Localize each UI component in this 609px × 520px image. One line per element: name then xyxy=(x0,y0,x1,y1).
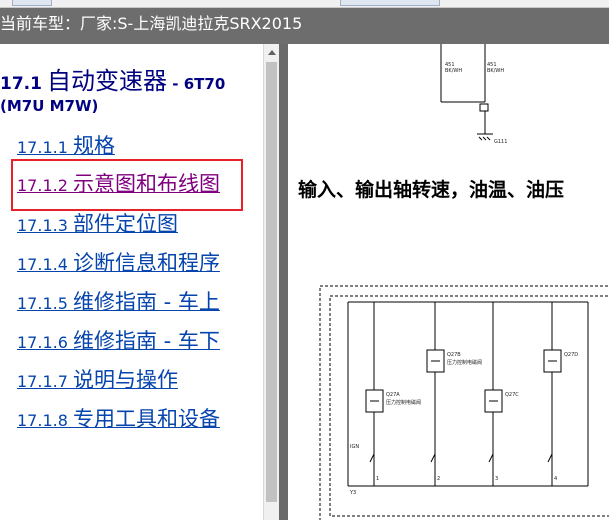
heading-suffix: - 6T70 xyxy=(167,75,226,93)
toc-link-number: 17.1.7 xyxy=(17,372,73,391)
scroll-thumb[interactable] xyxy=(266,62,277,502)
toc-link-diagnostics[interactable]: 17.1.4 诊断信息和程序 xyxy=(17,247,220,277)
toc-link-specifications[interactable]: 17.1.1 规格 xyxy=(17,130,115,160)
solenoid-label: Q27C xyxy=(505,392,519,398)
toc-pane: 17.1 自动变速器 - 6T70 (M7U M7W) 17.1.1 规格 17… xyxy=(0,44,263,520)
toolbar-button[interactable] xyxy=(340,0,440,6)
frame-divider[interactable] xyxy=(279,44,288,520)
solenoid-sub-label: 压力控制电磁阀 xyxy=(447,359,482,366)
content-pane: 451 BK/WH 451 BK/WH G111 输入、输出轴转速，油温、油压 xyxy=(288,44,609,520)
pin-label: 4 xyxy=(554,476,557,482)
toc-link-repair-on-vehicle[interactable]: 17.1.5 维修指南 - 车上 xyxy=(17,286,220,316)
toc-link-number: 17.1.1 xyxy=(17,138,73,157)
selection-highlight-box xyxy=(11,159,243,211)
heading-number: 17.1 xyxy=(0,74,42,94)
toc-link-label: 维修指南 - 车下 xyxy=(72,329,220,353)
ground-wiring-diagram: 451 BK/WH 451 BK/WH G111 xyxy=(440,44,507,145)
solenoid-label: Q27B xyxy=(447,352,461,358)
wire-color-label: BK/WH xyxy=(487,68,504,74)
pin-label: 3 xyxy=(495,476,498,482)
solenoid-label: Q27A xyxy=(386,392,400,398)
toc-link-number: 17.1.6 xyxy=(17,333,73,352)
toc-link-number: 17.1.4 xyxy=(17,255,73,274)
module-label: Y3 xyxy=(349,490,356,496)
pin-label: 1 xyxy=(376,476,379,482)
toc-link-component-locator[interactable]: 17.1.3 部件定位图 xyxy=(17,208,178,238)
wire-color-label: BK/WH xyxy=(445,68,462,74)
solenoid-sub-label: 压力控制电磁阀 xyxy=(386,399,421,406)
toc-link-number: 17.1.3 xyxy=(17,216,73,235)
toc-section-heading: 17.1 自动变速器 - 6T70 (M7U M7W) xyxy=(0,66,262,116)
toc-link-number: 17.1.5 xyxy=(17,294,73,313)
ground-label: G111 xyxy=(494,139,507,145)
solenoid-label: Q27D xyxy=(564,352,578,358)
toc-link-label: 规格 xyxy=(72,134,115,158)
section-heading: 输入、输出轴转速，油温、油压 xyxy=(298,179,565,201)
current-vehicle-title: 当前车型：厂家:S-上海凯迪拉克SRX2015 xyxy=(0,14,303,33)
toc-link-label: 部件定位图 xyxy=(72,212,178,236)
toc-link-label: 说明与操作 xyxy=(72,368,178,392)
top-toolbar xyxy=(0,0,609,8)
toc-link-repair-off-vehicle[interactable]: 17.1.6 维修指南 - 车下 xyxy=(17,325,220,355)
heading-subtitle: (M7U M7W) xyxy=(0,97,99,115)
pin-label: 2 xyxy=(437,476,440,482)
header-bar: 当前车型：厂家:S-上海凯迪拉克SRX2015 xyxy=(0,8,609,44)
toc-link-label: 诊断信息和程序 xyxy=(72,251,220,275)
toc-link-description-operation[interactable]: 17.1.7 说明与操作 xyxy=(17,364,178,394)
toolbar-button[interactable] xyxy=(12,0,52,6)
toc-link-special-tools[interactable]: 17.1.8 专用工具和设备 xyxy=(17,403,220,433)
toc-link-number: 17.1.8 xyxy=(17,411,73,430)
toc-link-label: 维修指南 - 车上 xyxy=(72,290,220,314)
toc-link-label: 专用工具和设备 xyxy=(72,407,220,431)
scroll-up-arrow-icon[interactable] xyxy=(264,44,280,60)
solenoid-wiring-diagram: IGN Q27A Q27B Q27C Q27D 压力控制电磁阀 压力控制电磁阀 … xyxy=(319,285,609,520)
ign-label: IGN xyxy=(350,444,359,450)
toc-scrollbar[interactable] xyxy=(263,44,279,520)
heading-title: 自动变速器 xyxy=(47,67,168,95)
